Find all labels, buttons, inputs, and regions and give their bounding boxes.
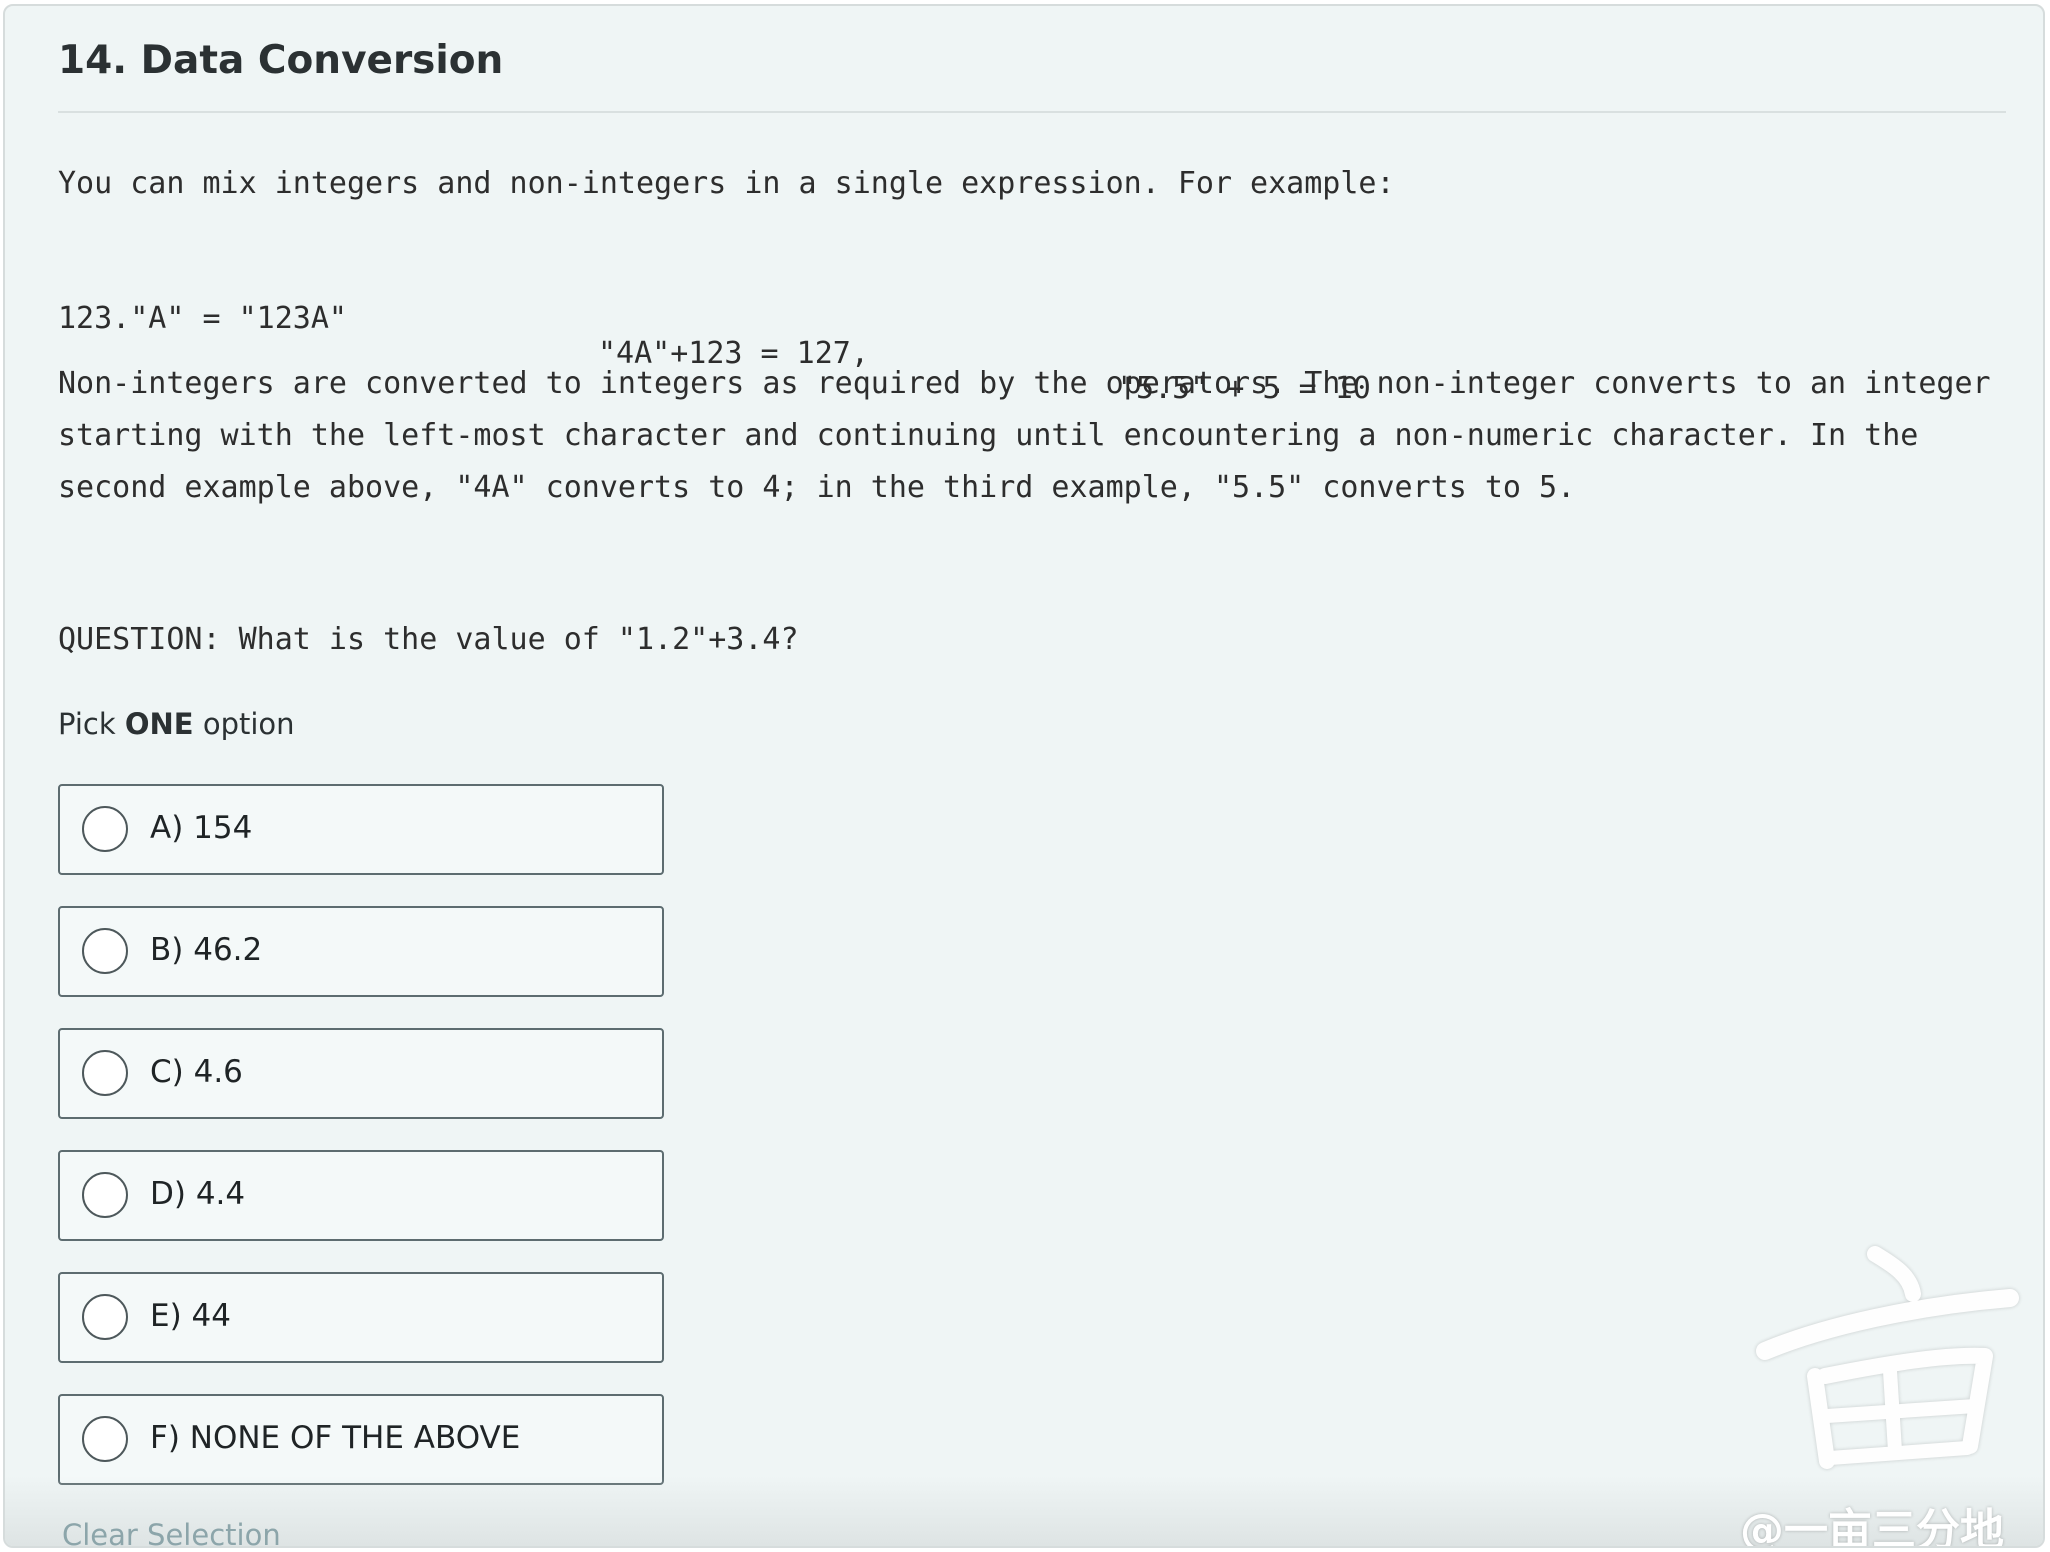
option-label: F) NONE OF THE ABOVE bbox=[150, 1420, 521, 1456]
pick-prefix: Pick bbox=[58, 707, 125, 741]
option-f[interactable]: F) NONE OF THE ABOVE bbox=[58, 1394, 664, 1485]
radio-circle-icon[interactable] bbox=[82, 1050, 128, 1096]
examples-row: 123."A" = "123A" "4A"+123 = 127, "5.5" +… bbox=[5, 266, 1505, 406]
option-label: C) 4.6 bbox=[150, 1054, 243, 1090]
option-label: A) 154 bbox=[150, 810, 253, 846]
watermark-logo-icon bbox=[1756, 1246, 2019, 1469]
radio-circle-icon[interactable] bbox=[82, 928, 128, 974]
radio-circle-icon[interactable] bbox=[82, 1294, 128, 1340]
radio-circle-icon[interactable] bbox=[82, 1416, 128, 1462]
option-c[interactable]: C) 4.6 bbox=[58, 1028, 664, 1119]
option-b[interactable]: B) 46.2 bbox=[58, 906, 664, 997]
clear-selection-link[interactable]: Clear Selection bbox=[62, 1518, 281, 1546]
option-label: E) 44 bbox=[150, 1298, 231, 1334]
question-title: 14. Data Conversion bbox=[58, 38, 504, 83]
question-card: 14. Data Conversion You can mix integers… bbox=[3, 4, 2045, 1548]
option-a[interactable]: A) 154 bbox=[58, 784, 664, 875]
option-d[interactable]: D) 4.4 bbox=[58, 1150, 664, 1241]
pick-emphasis: ONE bbox=[124, 707, 194, 741]
option-e[interactable]: E) 44 bbox=[58, 1272, 664, 1363]
question-prompt: QUESTION: What is the value of "1.2"+3.4… bbox=[58, 622, 799, 657]
watermark-text: @一亩三分地 bbox=[1740, 1505, 2004, 1548]
option-label: B) 46.2 bbox=[150, 932, 263, 968]
bottom-fade bbox=[5, 1476, 2043, 1546]
explanation-paragraph: Non-integers are converted to integers a… bbox=[58, 366, 1991, 505]
option-label: D) 4.4 bbox=[150, 1176, 246, 1212]
radio-circle-icon[interactable] bbox=[82, 1172, 128, 1218]
question-intro: You can mix integers and non-integers in… bbox=[58, 166, 1395, 201]
radio-circle-icon[interactable] bbox=[82, 806, 128, 852]
pick-instruction: Pick ONE option bbox=[58, 707, 295, 741]
example-1: 123."A" = "123A" bbox=[58, 301, 347, 336]
title-divider bbox=[58, 111, 2006, 113]
pick-suffix: option bbox=[193, 707, 295, 741]
